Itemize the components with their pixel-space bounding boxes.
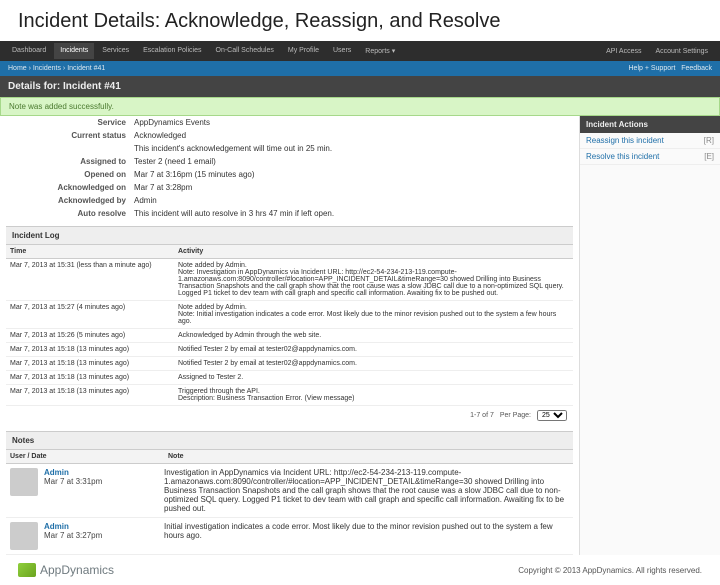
col-activity: Activity — [174, 245, 573, 259]
top-nav: DashboardIncidentsServicesEscalation Pol… — [0, 41, 720, 61]
field-label — [6, 144, 134, 153]
copyright: Copyright © 2013 AppDynamics. All rights… — [518, 566, 702, 575]
crumb[interactable]: Incident #41 — [67, 65, 105, 72]
nav-escalation-policies[interactable]: Escalation Policies — [137, 43, 207, 59]
col-time: Time — [6, 245, 174, 259]
field-value[interactable]: Admin — [134, 196, 573, 205]
note-row: AdminMar 7 at 3:27pmInitial investigatio… — [6, 518, 573, 555]
actions-title: Incident Actions — [580, 116, 720, 133]
table-row: Mar 7, 2013 at 15:27 (4 minutes ago)Note… — [6, 301, 573, 329]
field-value: This incident's acknowledgement will tim… — [134, 144, 573, 153]
incident-log-table: Time Activity Mar 7, 2013 at 15:31 (less… — [6, 245, 573, 406]
field-label: Acknowledged by — [6, 196, 134, 205]
table-row: Mar 7, 2013 at 15:26 (5 minutes ago)Ackn… — [6, 329, 573, 343]
field-label: Opened on — [6, 170, 134, 179]
field-value: Mar 7 at 3:28pm — [134, 183, 573, 192]
nav-users[interactable]: Users — [327, 43, 357, 59]
field-value[interactable]: AppDynamics Events — [134, 118, 573, 127]
field-value: Acknowledged — [134, 131, 573, 140]
avatar — [10, 522, 38, 550]
page-title: Incident Details: Acknowledge, Reassign,… — [0, 0, 720, 41]
field-value: This incident will auto resolve in 3 hrs… — [134, 209, 573, 218]
notes-header: Notes — [6, 431, 573, 450]
field-label: Current status — [6, 131, 134, 140]
flash-message: Note was added successfully. — [0, 97, 720, 116]
col-note: Note — [164, 450, 573, 464]
pager: 1-7 of 7 Per Page: 25 — [6, 406, 573, 425]
pager-label: Per Page: — [500, 412, 531, 419]
crumb[interactable]: Incidents — [33, 65, 61, 72]
table-row: Mar 7, 2013 at 15:18 (13 minutes ago)Not… — [6, 357, 573, 371]
table-row: Mar 7, 2013 at 15:18 (13 minutes ago)Not… — [6, 343, 573, 357]
nav-services[interactable]: Services — [96, 43, 135, 59]
field-label: Acknowledged on — [6, 183, 134, 192]
feedback-link[interactable]: Feedback — [681, 65, 712, 72]
field-label: Auto resolve — [6, 209, 134, 218]
nav-incidents[interactable]: Incidents — [54, 43, 94, 59]
nav-on-call-schedules[interactable]: On-Call Schedules — [210, 43, 280, 59]
incident-actions-panel: Incident Actions Reassign this incident[… — [579, 116, 720, 555]
table-row: Mar 7, 2013 at 15:18 (13 minutes ago)Tri… — [6, 385, 573, 406]
logo-icon — [18, 563, 36, 577]
note-user[interactable]: Admin — [44, 522, 69, 531]
nav-account-settings[interactable]: Account Settings — [649, 44, 714, 59]
table-row: Mar 7, 2013 at 15:31 (less than a minute… — [6, 259, 573, 301]
col-user-date: User / Date — [6, 450, 164, 464]
per-page-select[interactable]: 25 — [537, 410, 567, 421]
incident-log-header: Incident Log — [6, 226, 573, 245]
notes-header-row: User / Date Note — [6, 450, 573, 464]
nav-dashboard[interactable]: Dashboard — [6, 43, 52, 59]
help-link[interactable]: Help + Support — [629, 65, 676, 72]
note-row: AdminMar 7 at 3:31pmInvestigation in App… — [6, 464, 573, 518]
nav-reports-[interactable]: Reports ▾ — [359, 43, 401, 59]
avatar — [10, 468, 38, 496]
nav-my-profile[interactable]: My Profile — [282, 43, 325, 59]
action-reassign-this-incident[interactable]: Reassign this incident[R] — [580, 133, 720, 149]
pager-status: 1-7 of 7 — [470, 412, 494, 419]
field-label: Assigned to — [6, 157, 134, 166]
crumb[interactable]: Home — [8, 65, 27, 72]
nav-api-access[interactable]: API Access — [600, 44, 647, 59]
breadcrumb: Home › Incidents › Incident #41 Help + S… — [0, 61, 720, 76]
details-header: Details for: Incident #41 — [0, 76, 720, 97]
table-row: Mar 7, 2013 at 15:18 (13 minutes ago)Ass… — [6, 371, 573, 385]
field-value: Mar 7 at 3:16pm (15 minutes ago) — [134, 170, 573, 179]
brand-logo: AppDynamics — [18, 563, 114, 577]
note-user[interactable]: Admin — [44, 468, 69, 477]
field-label: Service — [6, 118, 134, 127]
field-value[interactable]: Tester 2 (need 1 email) — [134, 157, 573, 166]
action-resolve-this-incident[interactable]: Resolve this incident[E] — [580, 149, 720, 165]
